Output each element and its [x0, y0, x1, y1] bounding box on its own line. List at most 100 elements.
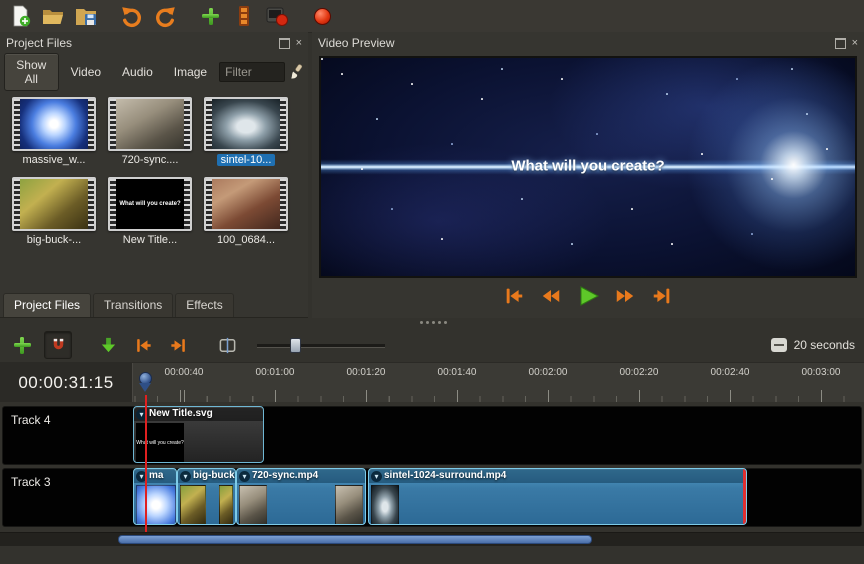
next-marker-button[interactable] — [165, 332, 191, 358]
undock-icon[interactable] — [279, 38, 290, 49]
clip-thumbnail — [180, 485, 206, 525]
record-icon — [314, 8, 331, 25]
file-name: 100_0684... — [217, 234, 275, 246]
playhead-tip-icon — [139, 383, 151, 392]
jump-end-icon — [651, 285, 673, 307]
clip-menu-icon[interactable]: ▾ — [371, 471, 382, 482]
clip-thumb-text: What will you create? — [136, 440, 184, 446]
tab-effects[interactable]: Effects — [175, 293, 233, 317]
file-name: big-buck-... — [27, 234, 81, 246]
tab-transitions[interactable]: Transitions — [93, 293, 173, 317]
filter-show-all-button[interactable]: Show All — [4, 53, 59, 91]
file-item-selected[interactable]: sintel-10... — [198, 94, 294, 174]
clip-label: ma — [149, 470, 163, 481]
plus-icon — [13, 336, 32, 355]
clip-big-buck[interactable]: ▾ big-buck- — [177, 468, 236, 525]
magnet-icon — [49, 336, 68, 355]
add-marker-button[interactable] — [95, 332, 121, 358]
timeline-tracks: Track 4 Track 3 ▾ New Title.svg What wil… — [0, 402, 864, 532]
clip-menu-icon[interactable]: ▾ — [180, 471, 191, 482]
file-item[interactable]: big-buck-... — [6, 174, 102, 254]
zoom-scale-icon[interactable] — [770, 337, 788, 353]
filter-audio-button[interactable]: Audio — [113, 60, 162, 84]
undock-icon[interactable] — [835, 38, 846, 49]
save-project-button[interactable] — [73, 4, 98, 29]
video-frame: What will you create? — [321, 58, 855, 276]
new-project-button[interactable] — [7, 4, 32, 29]
file-item[interactable]: What will you create? New Title... — [102, 174, 198, 254]
clear-filter-brush-icon[interactable] — [288, 62, 304, 82]
clip-trim-handle[interactable] — [743, 469, 746, 524]
left-panel-tabs: Project Files Transitions Effects — [0, 292, 308, 318]
project-files-title: Project Files — [6, 36, 72, 50]
project-files-grid: massive_w... 720-sync.... sintel-10... b… — [6, 94, 302, 254]
clip-label: big-buck- — [193, 470, 236, 481]
next-marker-icon — [169, 336, 188, 355]
file-item[interactable]: 720-sync.... — [102, 94, 198, 174]
clip-menu-icon[interactable]: ▾ — [239, 471, 250, 482]
previous-marker-icon — [134, 336, 153, 355]
jump-to-start-button[interactable] — [502, 284, 526, 308]
filter-input[interactable] — [219, 62, 285, 82]
file-thumbnail — [204, 177, 288, 231]
ruler-label: 00:00:40 — [165, 367, 204, 378]
jump-to-end-button[interactable] — [650, 284, 674, 308]
zoom-scale-label: 20 seconds — [794, 338, 855, 352]
video-preview-title: Video Preview — [318, 36, 395, 50]
clip-thumbnail — [219, 485, 233, 525]
undo-button[interactable] — [119, 4, 144, 29]
playhead-timecode: 00:00:31:15 — [0, 363, 133, 403]
clip-massive[interactable]: ▾ ma — [133, 468, 177, 525]
main-toolbar — [0, 0, 864, 33]
slider-handle[interactable] — [290, 338, 301, 353]
ruler-label: 00:01:20 — [347, 367, 386, 378]
animated-title-button[interactable] — [264, 4, 289, 29]
close-icon[interactable]: × — [852, 38, 858, 49]
file-thumbnail — [204, 97, 288, 151]
import-files-button[interactable] — [198, 4, 223, 29]
redo-button[interactable] — [152, 4, 177, 29]
file-name: New Title... — [123, 234, 177, 246]
ruler-scale[interactable]: 00:00:40 00:01:00 00:01:20 00:01:40 00:0… — [132, 363, 864, 403]
fast-forward-button[interactable] — [613, 284, 637, 308]
filter-video-button[interactable]: Video — [62, 60, 110, 84]
timeline-scrollbar[interactable] — [0, 532, 864, 546]
clip-720-sync[interactable]: ▾ 720-sync.mp4 — [236, 468, 366, 525]
scrollbar-thumb[interactable] — [118, 535, 592, 544]
export-video-button[interactable] — [310, 4, 335, 29]
file-thumbnail — [108, 97, 192, 151]
clip-sintel[interactable]: ▾ sintel-1024-surround.mp4 — [368, 468, 747, 525]
track-4-row[interactable]: Track 4 — [2, 406, 862, 465]
new-project-icon — [8, 4, 32, 28]
choose-profile-button[interactable] — [231, 4, 256, 29]
clip-label: New Title.svg — [149, 408, 213, 419]
file-filter-bar: Show All Video Audio Image — [4, 56, 304, 88]
rewind-icon — [540, 285, 562, 307]
play-button[interactable] — [576, 284, 600, 308]
clip-label: sintel-1024-surround.mp4 — [384, 470, 506, 481]
tab-project-files[interactable]: Project Files — [3, 293, 91, 317]
file-name: 720-sync.... — [122, 154, 179, 166]
timeline-toolbar: 20 seconds — [0, 330, 864, 360]
timeline-zoom-slider[interactable] — [257, 336, 385, 354]
close-icon[interactable]: × — [296, 38, 302, 49]
file-item[interactable]: 100_0684... — [198, 174, 294, 254]
add-track-button[interactable] — [9, 332, 35, 358]
file-name: sintel-10... — [217, 154, 276, 166]
ruler-label: 00:03:00 — [802, 367, 841, 378]
open-project-button[interactable] — [40, 4, 65, 29]
playhead-marker[interactable] — [139, 372, 152, 392]
film-strip-icon — [232, 4, 256, 28]
rewind-button[interactable] — [539, 284, 563, 308]
center-on-playhead-button[interactable] — [214, 332, 240, 358]
open-folder-icon — [41, 4, 65, 28]
jump-start-icon — [503, 285, 525, 307]
filter-image-button[interactable]: Image — [165, 60, 216, 84]
snapping-toggle-button[interactable] — [44, 331, 72, 359]
file-item[interactable]: massive_w... — [6, 94, 102, 174]
splitter-handle-icon[interactable] — [432, 321, 435, 324]
clip-new-title[interactable]: ▾ New Title.svg What will you create? — [133, 406, 264, 463]
track-name: Track 3 — [11, 475, 51, 489]
previous-marker-button[interactable] — [130, 332, 156, 358]
clip-thumbnail — [335, 485, 363, 525]
